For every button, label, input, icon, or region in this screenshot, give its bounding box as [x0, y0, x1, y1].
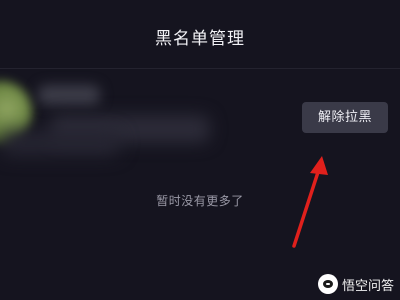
unblock-button[interactable]: 解除拉黑 — [302, 102, 388, 133]
no-more-text: 暂时没有更多了 — [156, 194, 244, 208]
blacklist-screen: 黑名单管理 解除拉黑 暂时没有更多了 悟空问答 — [0, 0, 400, 300]
blurred-username — [38, 85, 100, 105]
watermark: 悟空问答 — [317, 274, 394, 294]
wukong-logo-icon — [317, 274, 338, 294]
header-bar: 黑名单管理 — [0, 0, 400, 68]
watermark-text: 悟空问答 — [341, 278, 394, 294]
blurred-user-detail — [0, 131, 120, 155]
page-title: 黑名单管理 — [155, 29, 245, 49]
